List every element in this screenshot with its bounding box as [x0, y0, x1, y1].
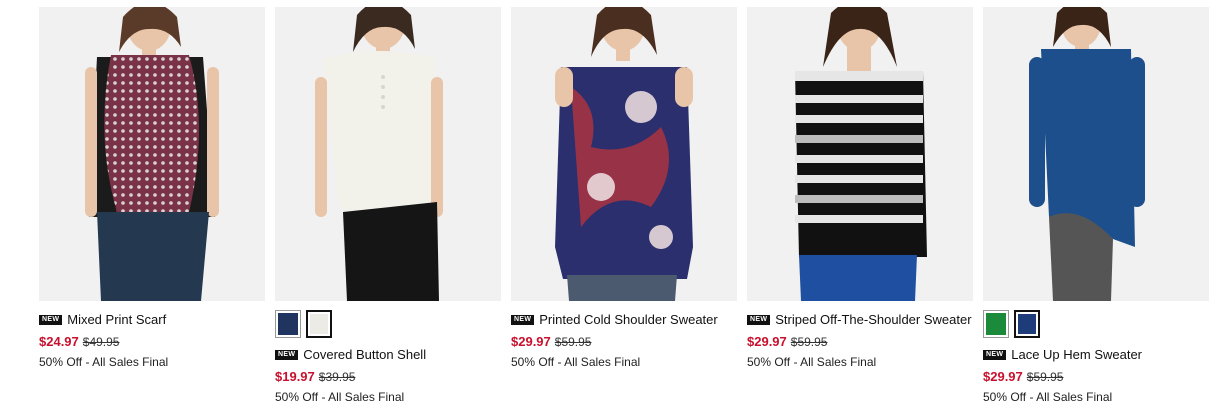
promo-text: 50% Off - All Sales Final [983, 390, 1113, 404]
swatch-chip [310, 314, 328, 334]
sale-price: $29.97 [511, 334, 551, 349]
product-card: NEW Lace Up Hem Sweater $29.97 $59.95 50… [983, 7, 1209, 404]
original-price: $49.95 [82, 335, 120, 349]
product-card: NEW Striped Off-The-Shoulder Sweater $29… [747, 7, 973, 369]
product-name[interactable]: Covered Button Shell [303, 347, 426, 362]
product-info: NEW Covered Button Shell $19.97 $39.95 5… [275, 347, 501, 404]
promo-text: 50% Off - All Sales Final [511, 355, 641, 369]
original-price: $59.95 [1026, 370, 1064, 384]
swatch-chip [1018, 314, 1036, 334]
sale-price: $24.97 [39, 334, 79, 349]
promo-text: 50% Off - All Sales Final [747, 355, 877, 369]
sale-price: $29.97 [983, 369, 1023, 384]
product-image[interactable] [275, 7, 501, 301]
product-card: NEW Printed Cold Shoulder Sweater $29.97… [511, 7, 737, 369]
product-image[interactable] [747, 7, 973, 301]
sale-price: $19.97 [275, 369, 315, 384]
color-swatch-selected[interactable] [1014, 310, 1040, 338]
model-photo-illustration [315, 7, 443, 301]
product-image[interactable] [983, 7, 1209, 301]
color-swatches [275, 310, 501, 338]
product-name[interactable]: Printed Cold Shoulder Sweater [539, 312, 718, 327]
swatch-chip [278, 313, 298, 335]
color-swatches [983, 310, 1209, 338]
promo-text: 50% Off - All Sales Final [39, 355, 169, 369]
product-info: NEW Mixed Print Scarf $24.97 $49.95 50% … [39, 312, 265, 369]
color-swatch[interactable] [275, 310, 301, 338]
new-badge: NEW [39, 314, 63, 325]
color-swatch-selected[interactable] [306, 310, 332, 338]
original-price: $39.95 [318, 370, 356, 384]
sale-price: $29.97 [747, 334, 787, 349]
product-info: NEW Striped Off-The-Shoulder Sweater $29… [747, 312, 973, 369]
product-info: NEW Lace Up Hem Sweater $29.97 $59.95 50… [983, 347, 1209, 404]
product-image[interactable] [511, 7, 737, 301]
swatch-chip [986, 313, 1006, 335]
new-badge: NEW [511, 314, 535, 325]
color-swatch[interactable] [983, 310, 1009, 338]
original-price: $59.95 [554, 335, 592, 349]
model-photo-illustration [795, 7, 927, 301]
model-photo-illustration [1029, 7, 1145, 301]
product-name[interactable]: Striped Off-The-Shoulder Sweater [775, 312, 971, 327]
promo-text: 50% Off - All Sales Final [275, 390, 405, 404]
original-price: $59.95 [790, 335, 828, 349]
model-photo-illustration [555, 7, 693, 301]
new-badge: NEW [747, 314, 771, 325]
new-badge: NEW [275, 349, 299, 360]
new-badge: NEW [983, 349, 1007, 360]
product-image[interactable] [39, 7, 265, 301]
product-name[interactable]: Mixed Print Scarf [67, 312, 166, 327]
product-card: NEW Mixed Print Scarf $24.97 $49.95 50% … [39, 7, 265, 369]
model-photo-illustration [85, 7, 219, 301]
product-card: NEW Covered Button Shell $19.97 $39.95 5… [275, 7, 501, 404]
product-info: NEW Printed Cold Shoulder Sweater $29.97… [511, 312, 737, 369]
product-name[interactable]: Lace Up Hem Sweater [1011, 347, 1142, 362]
